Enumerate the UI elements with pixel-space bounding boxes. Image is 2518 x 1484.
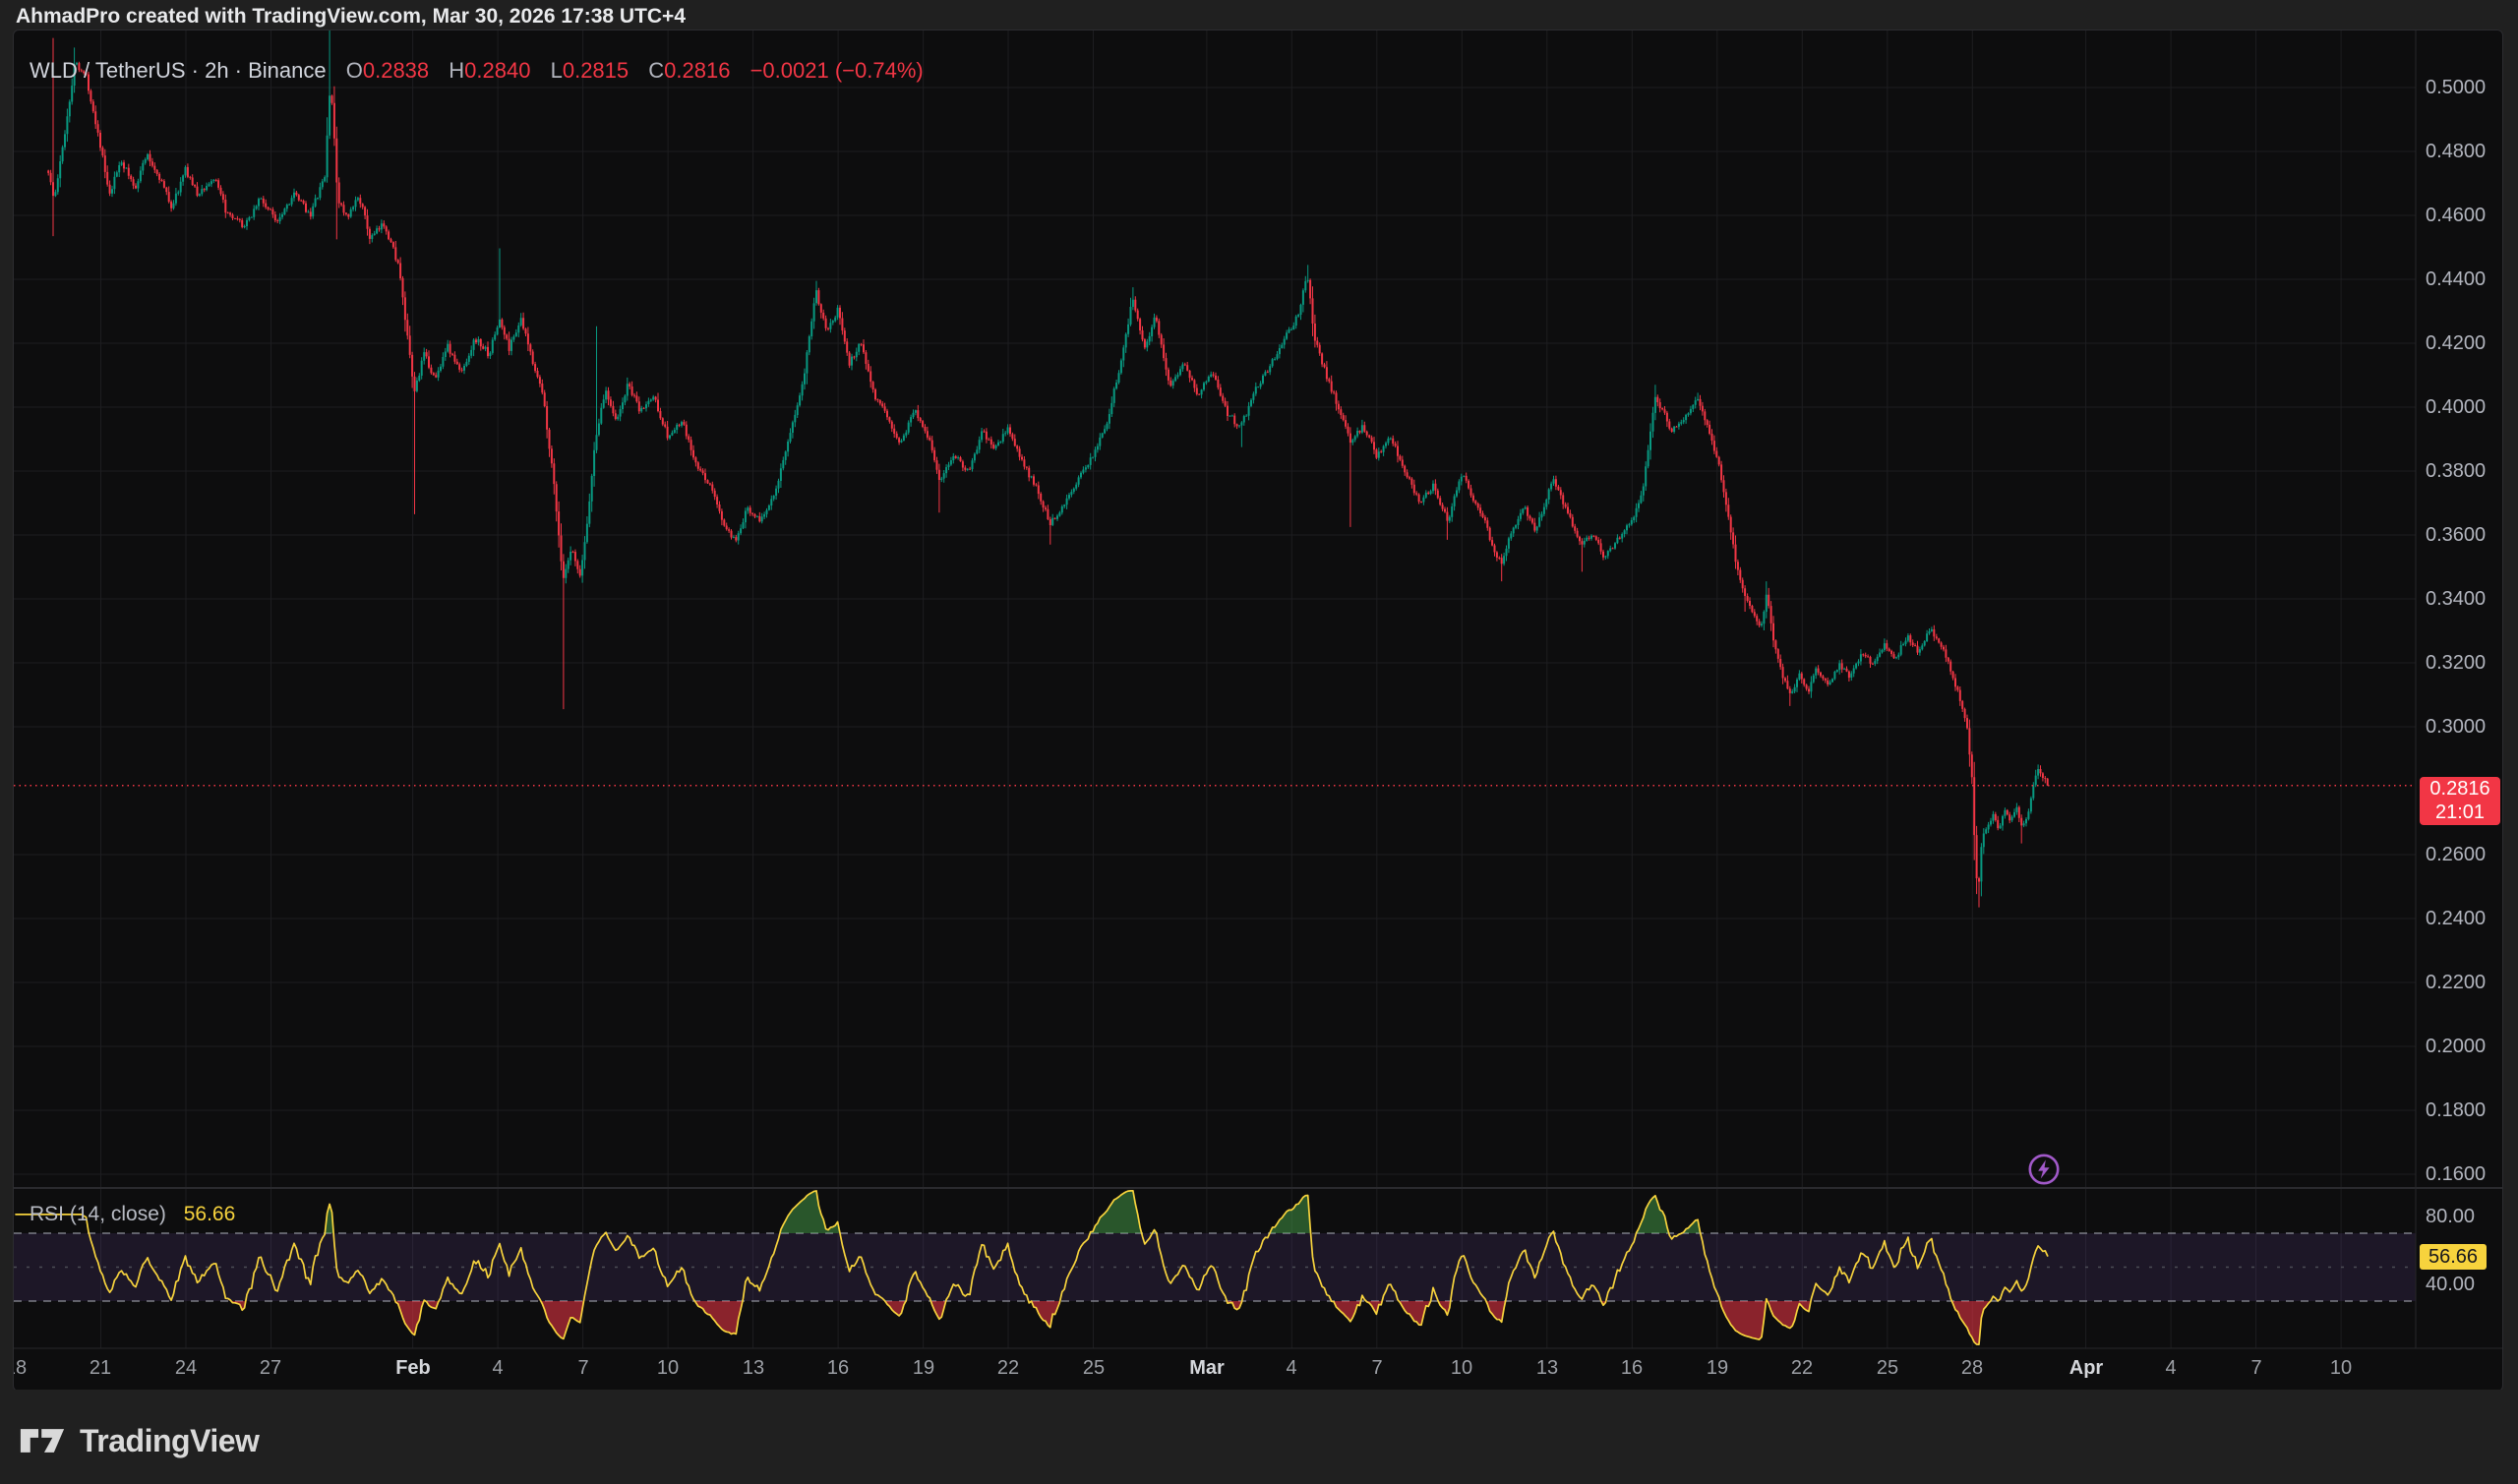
time-tick: 4: [466, 1356, 529, 1380]
page-title: AhmadPro created with TradingView.com, M…: [16, 5, 686, 29]
price-pane[interactable]: [14, 30, 2416, 908]
current-price-value: 0.2816: [2420, 777, 2500, 801]
time-tick-month: Mar: [1175, 1356, 1238, 1380]
open-value: 0.2838: [363, 58, 429, 83]
time-tick: 16: [807, 1356, 869, 1380]
price-tick: 0.4600: [2426, 205, 2500, 226]
time-tick: 18: [13, 1356, 47, 1380]
price-tick: 0.3600: [2426, 524, 2500, 546]
time-tick: 10: [1430, 1356, 1493, 1380]
time-tick: 16: [1600, 1356, 1663, 1380]
time-tick: 21: [69, 1356, 132, 1380]
price-tick: 0.4200: [2426, 332, 2500, 354]
down-bodies: [47, 63, 2049, 881]
close-value: 0.2816: [664, 58, 730, 83]
bottom-bar: TradingView: [0, 1390, 2518, 1484]
rsi-legend[interactable]: RSI (14, close) 56.66: [30, 1203, 235, 1226]
change-value: −0.0021 (−0.74%): [750, 58, 924, 83]
chart-canvas[interactable]: [14, 30, 2502, 1391]
price-tick: 0.2400: [2426, 908, 2500, 929]
time-tick-month: Apr: [2055, 1356, 2118, 1380]
price-tick: 0.2600: [2426, 844, 2500, 865]
up-bodies: [54, 63, 2039, 881]
rsi-value-badge: 56.66: [2420, 1244, 2487, 1270]
time-tick: 10: [2309, 1356, 2372, 1380]
time-tick: 25: [1062, 1356, 1125, 1380]
price-tick: 0.1600: [2426, 1163, 2500, 1185]
price-tick: 0.3400: [2426, 588, 2500, 610]
high-label: H: [449, 58, 464, 83]
time-tick: 7: [1346, 1356, 1409, 1380]
time-tick: 22: [1770, 1356, 1833, 1380]
high-value: 0.2840: [464, 58, 530, 83]
low-value: 0.2815: [563, 58, 629, 83]
time-tick: 13: [722, 1356, 785, 1380]
rsi-overbought-fill: [325, 1191, 1700, 1233]
time-tick: 19: [1686, 1356, 1749, 1380]
open-label: O: [346, 58, 363, 83]
rsi-label: RSI (14, close): [30, 1203, 166, 1225]
price-tick: 0.2200: [2426, 972, 2500, 993]
time-tick: 4: [1260, 1356, 1323, 1380]
rsi-pane[interactable]: [14, 1191, 2416, 1344]
time-tick: 7: [2225, 1356, 2288, 1380]
up-wicks: [55, 30, 2038, 896]
price-tick: 0.1800: [2426, 1099, 2500, 1121]
price-tick: 0.3200: [2426, 652, 2500, 674]
price-tick: 0.4400: [2426, 268, 2500, 290]
chart-widget: WLD / TetherUS · 2h · Binance O0.2838 H0…: [13, 30, 2503, 1392]
time-tick: 22: [977, 1356, 1040, 1380]
low-label: L: [551, 58, 563, 83]
tradingview-logo[interactable]: TradingView: [18, 1423, 259, 1458]
time-tick: 4: [2139, 1356, 2202, 1380]
price-tick: 0.3800: [2426, 460, 2500, 482]
tradingview-mark-icon: [18, 1426, 67, 1455]
time-tick: 27: [239, 1356, 302, 1380]
bar-countdown: 21:01: [2420, 801, 2500, 824]
price-tick: 0.4800: [2426, 141, 2500, 162]
price-tick: 0.2000: [2426, 1036, 2500, 1057]
close-label: C: [648, 58, 664, 83]
price-tick: 0.4000: [2426, 396, 2500, 418]
time-tick: 25: [1856, 1356, 1919, 1380]
time-tick: 24: [154, 1356, 217, 1380]
rsi-tick: 40.00: [2426, 1274, 2500, 1295]
time-tick: 7: [552, 1356, 615, 1380]
down-wicks: [48, 38, 2048, 908]
time-tick: 13: [1516, 1356, 1579, 1380]
time-tick: 19: [892, 1356, 955, 1380]
rsi-tick: 80.00: [2426, 1206, 2500, 1227]
time-tick: 10: [636, 1356, 699, 1380]
price-tick: 0.5000: [2426, 77, 2500, 98]
current-price-badge: 0.2816 21:01: [2420, 777, 2500, 825]
time-tick-month: Feb: [382, 1356, 445, 1380]
rsi-oversold-fill: [231, 1301, 1991, 1344]
rsi-value: 56.66: [184, 1203, 236, 1225]
time-tick: 28: [1941, 1356, 2004, 1380]
lightning-icon: [2027, 1153, 2061, 1186]
tradingview-logo-text: TradingView: [80, 1423, 259, 1459]
price-tick: 0.3000: [2426, 716, 2500, 738]
symbol-title[interactable]: WLD / TetherUS · 2h · Binance: [30, 58, 327, 83]
gridlines: [14, 30, 2416, 1348]
flash-button[interactable]: [2027, 1153, 2061, 1186]
symbol-legend: WLD / TetherUS · 2h · Binance O0.2838 H0…: [30, 58, 924, 84]
